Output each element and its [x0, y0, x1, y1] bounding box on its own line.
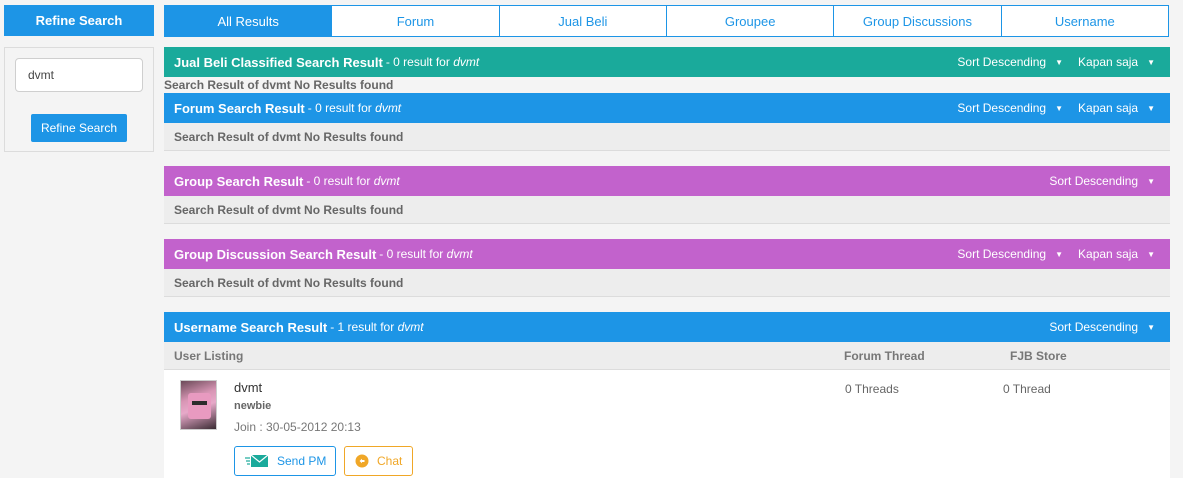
caret-down-icon: ▼: [1055, 249, 1064, 259]
column-user-listing: User Listing: [174, 349, 244, 363]
tab-jual-beli[interactable]: Jual Beli: [499, 5, 667, 37]
tab-groupee[interactable]: Groupee: [666, 5, 835, 37]
column-forum-thread: Forum Thread: [844, 349, 925, 363]
time-dropdown[interactable]: Kapan saja ▼: [1078, 247, 1155, 261]
caret-down-icon: ▼: [1055, 103, 1064, 113]
time-dropdown[interactable]: Kapan saja ▼: [1078, 101, 1155, 115]
user-rank: newbie: [234, 400, 272, 412]
username-link[interactable]: dvmt: [234, 380, 262, 395]
caret-down-icon: ▼: [1147, 57, 1155, 67]
section-title: Jual Beli Classified Search Result: [174, 54, 383, 70]
caret-down-icon: ▼: [1147, 322, 1155, 332]
caret-down-icon: ▼: [1147, 103, 1155, 113]
search-input[interactable]: [15, 58, 143, 92]
tab-forum[interactable]: Forum: [332, 5, 500, 37]
chat-button[interactable]: Chat: [344, 446, 413, 476]
join-date: Join : 30-05-2012 20:13: [234, 420, 361, 434]
no-result-message: Search Result of dvmt No Results found: [164, 78, 394, 92]
result-count: - 0 result for dvmt: [306, 174, 400, 188]
refine-search-button[interactable]: Refine Search: [31, 114, 127, 142]
user-row: dvmt newbie Join : 30-05-2012 20:13 0 Th…: [164, 370, 1170, 478]
tab-all-results[interactable]: All Results: [164, 5, 333, 37]
section-title: Group Search Result: [174, 173, 304, 189]
send-pm-icon: [245, 454, 269, 467]
chat-icon: [355, 454, 369, 468]
fjb-store-count: 0 Thread: [1003, 382, 1051, 396]
send-pm-button[interactable]: Send PM: [234, 446, 336, 476]
caret-down-icon: ▼: [1055, 57, 1064, 67]
sort-dropdown[interactable]: Sort Descending ▼: [957, 247, 1063, 261]
sort-dropdown[interactable]: Sort Descending ▼: [1049, 320, 1155, 334]
time-dropdown[interactable]: Kapan saja ▼: [1078, 55, 1155, 69]
no-result-message: Search Result of dvmt No Results found: [164, 196, 1170, 224]
user-list-header: User Listing Forum Thread FJB Store: [164, 342, 1170, 370]
jualbeli-section-header: Jual Beli Classified Search Result - 0 r…: [164, 47, 1170, 77]
caret-down-icon: ▼: [1147, 249, 1155, 259]
forum-thread-count: 0 Threads: [845, 382, 899, 396]
result-count: - 0 result for dvmt: [379, 247, 473, 261]
username-section-header: Username Search Result - 1 result for dv…: [164, 312, 1170, 342]
groupdisc-section-header: Group Discussion Search Result - 0 resul…: [164, 239, 1170, 269]
tab-username[interactable]: Username: [1001, 5, 1169, 37]
tab-group-discussions[interactable]: Group Discussions: [834, 5, 1002, 37]
result-tabs: All Results Forum Jual Beli Groupee Grou…: [164, 5, 1169, 37]
result-count: - 1 result for dvmt: [330, 320, 424, 334]
group-section-header: Group Search Result - 0 result for dvmt …: [164, 166, 1170, 196]
refine-search-title: Refine Search: [4, 5, 154, 36]
forum-section-header: Forum Search Result - 0 result for dvmt …: [164, 93, 1170, 123]
sort-dropdown[interactable]: Sort Descending ▼: [957, 101, 1063, 115]
no-result-message: Search Result of dvmt No Results found: [164, 269, 1170, 297]
refine-search-panel: Refine Search: [4, 47, 154, 152]
no-result-message: Search Result of dvmt No Results found: [164, 123, 1170, 151]
result-count: - 0 result for dvmt: [307, 101, 402, 115]
section-title: Group Discussion Search Result: [174, 246, 377, 262]
caret-down-icon: ▼: [1147, 176, 1155, 186]
section-title: Forum Search Result: [174, 100, 305, 116]
column-fjb-store: FJB Store: [1010, 349, 1067, 363]
section-title: Username Search Result: [174, 319, 328, 335]
sort-dropdown[interactable]: Sort Descending ▼: [1049, 174, 1155, 188]
result-count: - 0 result for dvmt: [385, 55, 480, 69]
sort-dropdown[interactable]: Sort Descending ▼: [957, 55, 1063, 69]
avatar[interactable]: [180, 380, 217, 430]
